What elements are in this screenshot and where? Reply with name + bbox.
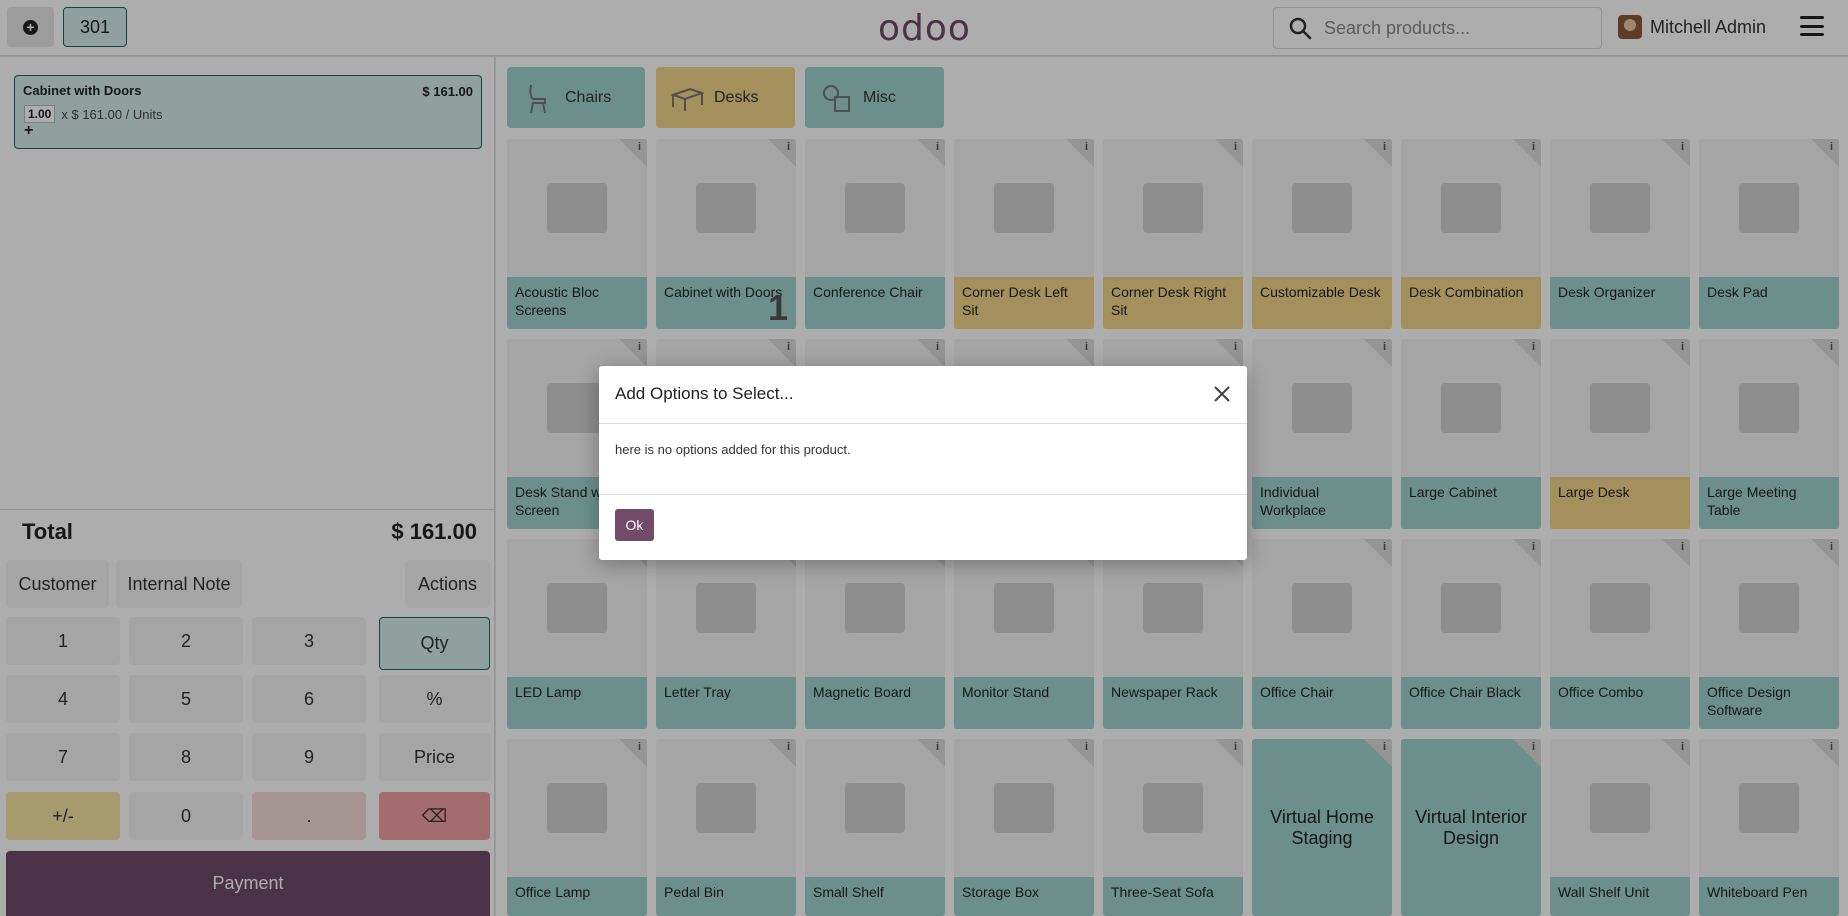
options-dialog: Add Options to Select... here is no opti… [599, 366, 1247, 560]
close-icon[interactable] [1211, 383, 1233, 405]
dialog-footer [599, 494, 1247, 560]
dialog-message: here is no options added for this produc… [615, 442, 851, 457]
dialog-header: Add Options to Select... [599, 366, 1247, 424]
dialog-title: Add Options to Select... [615, 384, 794, 403]
ok-button[interactable]: Ok [615, 509, 654, 541]
